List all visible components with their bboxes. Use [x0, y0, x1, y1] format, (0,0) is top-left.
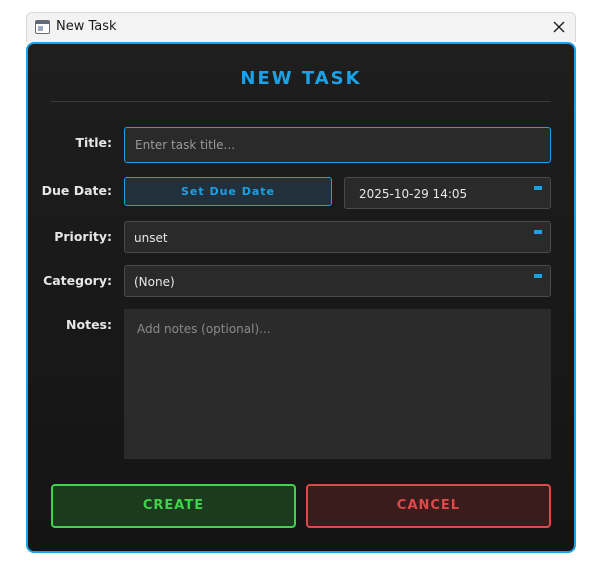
priority-label: Priority:: [54, 229, 112, 244]
priority-value: unset: [134, 231, 168, 245]
window-title: New Task: [56, 19, 117, 34]
dialog-body: NEW TASK Title: Due Date: Set Due Date 2…: [26, 42, 576, 553]
due-date-value: 2025-10-29 14:05: [359, 187, 468, 201]
title-input-wrapper: [124, 127, 551, 163]
notes-label: Notes:: [66, 317, 112, 332]
due-date-label: Due Date:: [41, 183, 112, 198]
due-date-picker[interactable]: 2025-10-29 14:05: [344, 177, 551, 209]
close-button[interactable]: [543, 13, 575, 43]
notes-wrapper: [124, 309, 551, 459]
category-label: Category:: [43, 273, 112, 288]
cancel-button[interactable]: CANCEL: [306, 484, 551, 528]
create-button[interactable]: CREATE: [51, 484, 296, 528]
set-due-date-button[interactable]: Set Due Date: [124, 177, 332, 206]
dropdown-indicator-icon: [534, 274, 542, 278]
dropdown-indicator-icon: [534, 186, 542, 190]
dialog-heading: NEW TASK: [240, 68, 362, 89]
title-input[interactable]: [125, 128, 550, 162]
title-label: Title:: [75, 135, 112, 150]
new-task-window: New Task NEW TASK Title: Due Date: Set D…: [26, 12, 576, 553]
category-value: (None): [134, 275, 175, 289]
app-window-icon: [35, 20, 50, 34]
dropdown-indicator-icon: [534, 230, 542, 234]
close-icon: [553, 21, 565, 33]
priority-select[interactable]: unset: [124, 221, 551, 253]
category-select[interactable]: (None): [124, 265, 551, 297]
title-bar[interactable]: New Task: [26, 12, 576, 42]
heading-divider: [51, 101, 551, 102]
notes-textarea[interactable]: [125, 310, 550, 458]
